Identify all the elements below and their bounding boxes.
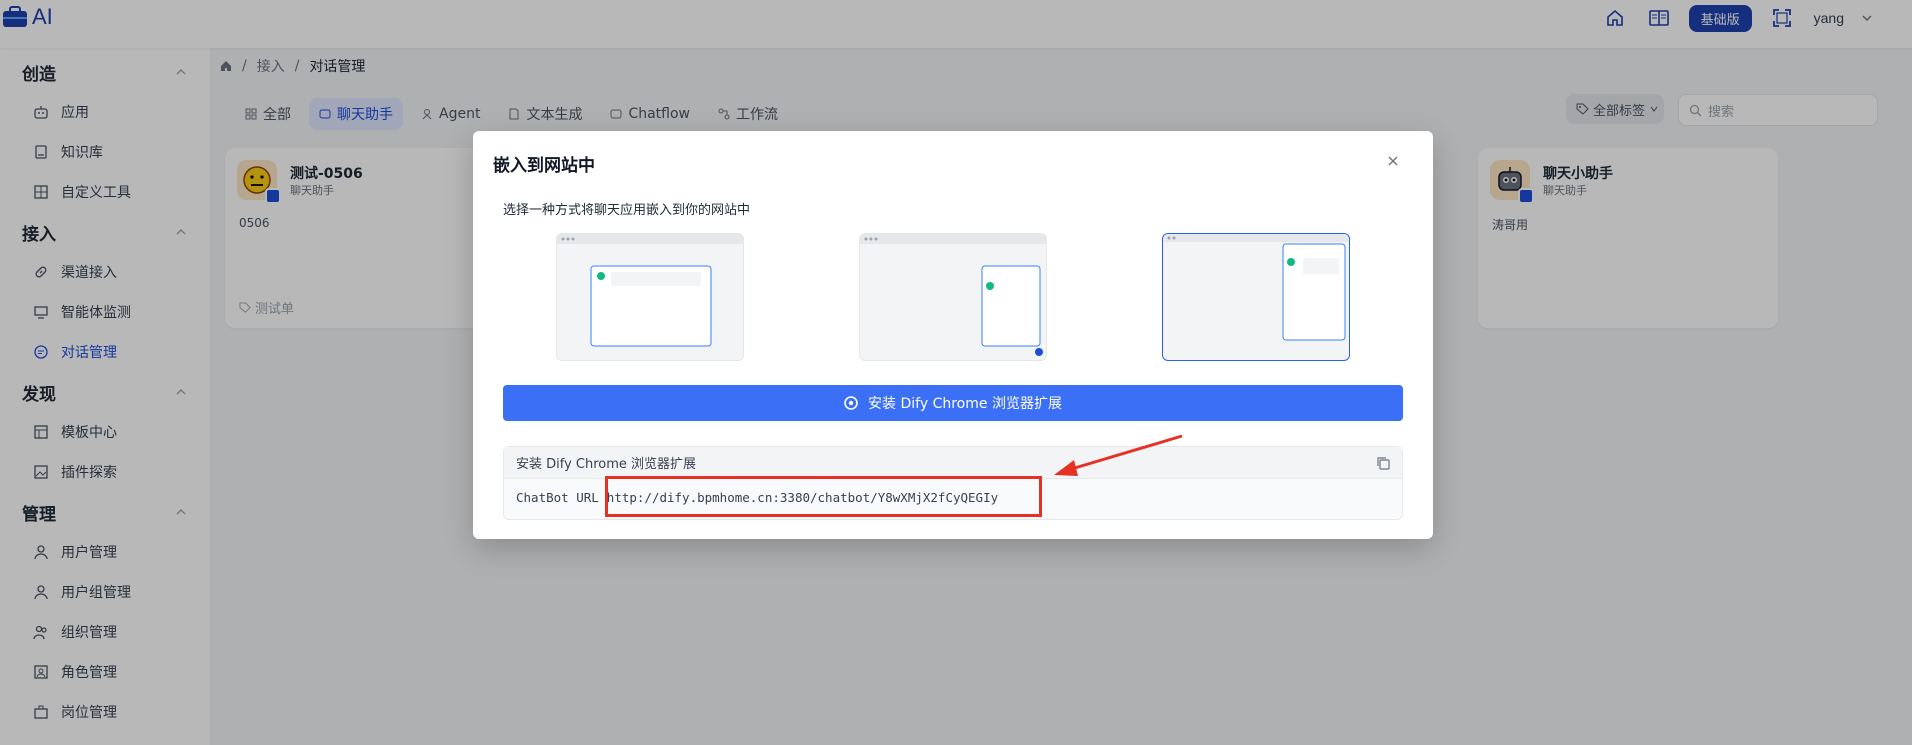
- close-icon[interactable]: [1385, 153, 1401, 169]
- annotation-arrow-icon: [1050, 432, 1190, 482]
- chrome-icon: [844, 396, 858, 410]
- embed-preview-fullpage-icon: [557, 234, 743, 347]
- modal-title: 嵌入到网站中: [493, 156, 595, 176]
- embed-option-chrome-extension[interactable]: [1162, 233, 1350, 361]
- copy-icon[interactable]: [1376, 456, 1390, 470]
- install-button-label: 安装 Dify Chrome 浏览器扩展: [868, 396, 1062, 412]
- modal-description: 选择一种方式将聊天应用嵌入到你的网站中: [503, 203, 751, 218]
- code-box-header: 安装 Dify Chrome 浏览器扩展: [516, 457, 697, 472]
- embed-preview-bubble-icon: [860, 234, 1046, 356]
- annotation-highlight-box: [605, 476, 1042, 517]
- embed-option-script[interactable]: [859, 233, 1047, 361]
- embed-preview-extension-icon: [1163, 234, 1349, 341]
- code-label: ChatBot URL: [516, 490, 599, 505]
- embed-option-iframe[interactable]: [556, 233, 744, 361]
- install-extension-button[interactable]: 安装 Dify Chrome 浏览器扩展: [503, 385, 1403, 421]
